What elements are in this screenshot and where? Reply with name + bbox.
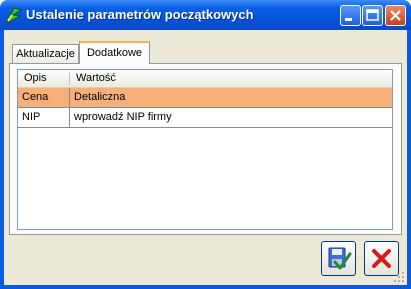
tab-dodatkowe[interactable]: Dodatkowe <box>79 41 150 64</box>
dialog-window: Ustalenie parametrów początkowych Aktual… <box>0 0 411 289</box>
close-icon <box>390 10 401 21</box>
minimize-button[interactable] <box>340 5 361 26</box>
save-button[interactable] <box>321 241 356 276</box>
grid-header: Opis Wartość <box>18 70 392 88</box>
window-title: Ustalenie parametrów początkowych <box>26 7 254 22</box>
parameters-grid[interactable]: Opis Wartość Cena Detaliczna NIP wprowad… <box>17 69 393 230</box>
dialog-client-area: Aktualizacje Dodatkowe Opis Wartość Cena… <box>4 30 407 285</box>
cell-wartosc[interactable]: Detaliczna <box>70 88 392 107</box>
cell-opis: Cena <box>22 91 49 103</box>
save-check-icon <box>328 247 352 270</box>
cell-wartosc[interactable]: wprowadź NIP firmy <box>70 108 392 127</box>
maximize-button[interactable] <box>362 5 383 26</box>
close-button[interactable] <box>385 5 406 26</box>
minimize-icon <box>345 18 352 21</box>
tab-aktualizacje[interactable]: Aktualizacje <box>12 44 79 63</box>
app-logo-icon <box>6 7 23 23</box>
cell-opis: NIP <box>22 111 41 123</box>
table-row[interactable]: Cena Detaliczna <box>18 88 392 107</box>
resize-grip-icon[interactable] <box>393 271 405 283</box>
column-header-wartosc[interactable]: Wartość <box>70 70 392 87</box>
column-header-opis[interactable]: Opis <box>18 70 69 87</box>
maximize-icon <box>366 9 379 21</box>
table-row[interactable]: NIP wprowadź NIP firmy <box>18 107 392 128</box>
title-bar[interactable]: Ustalenie parametrów początkowych <box>0 0 411 30</box>
